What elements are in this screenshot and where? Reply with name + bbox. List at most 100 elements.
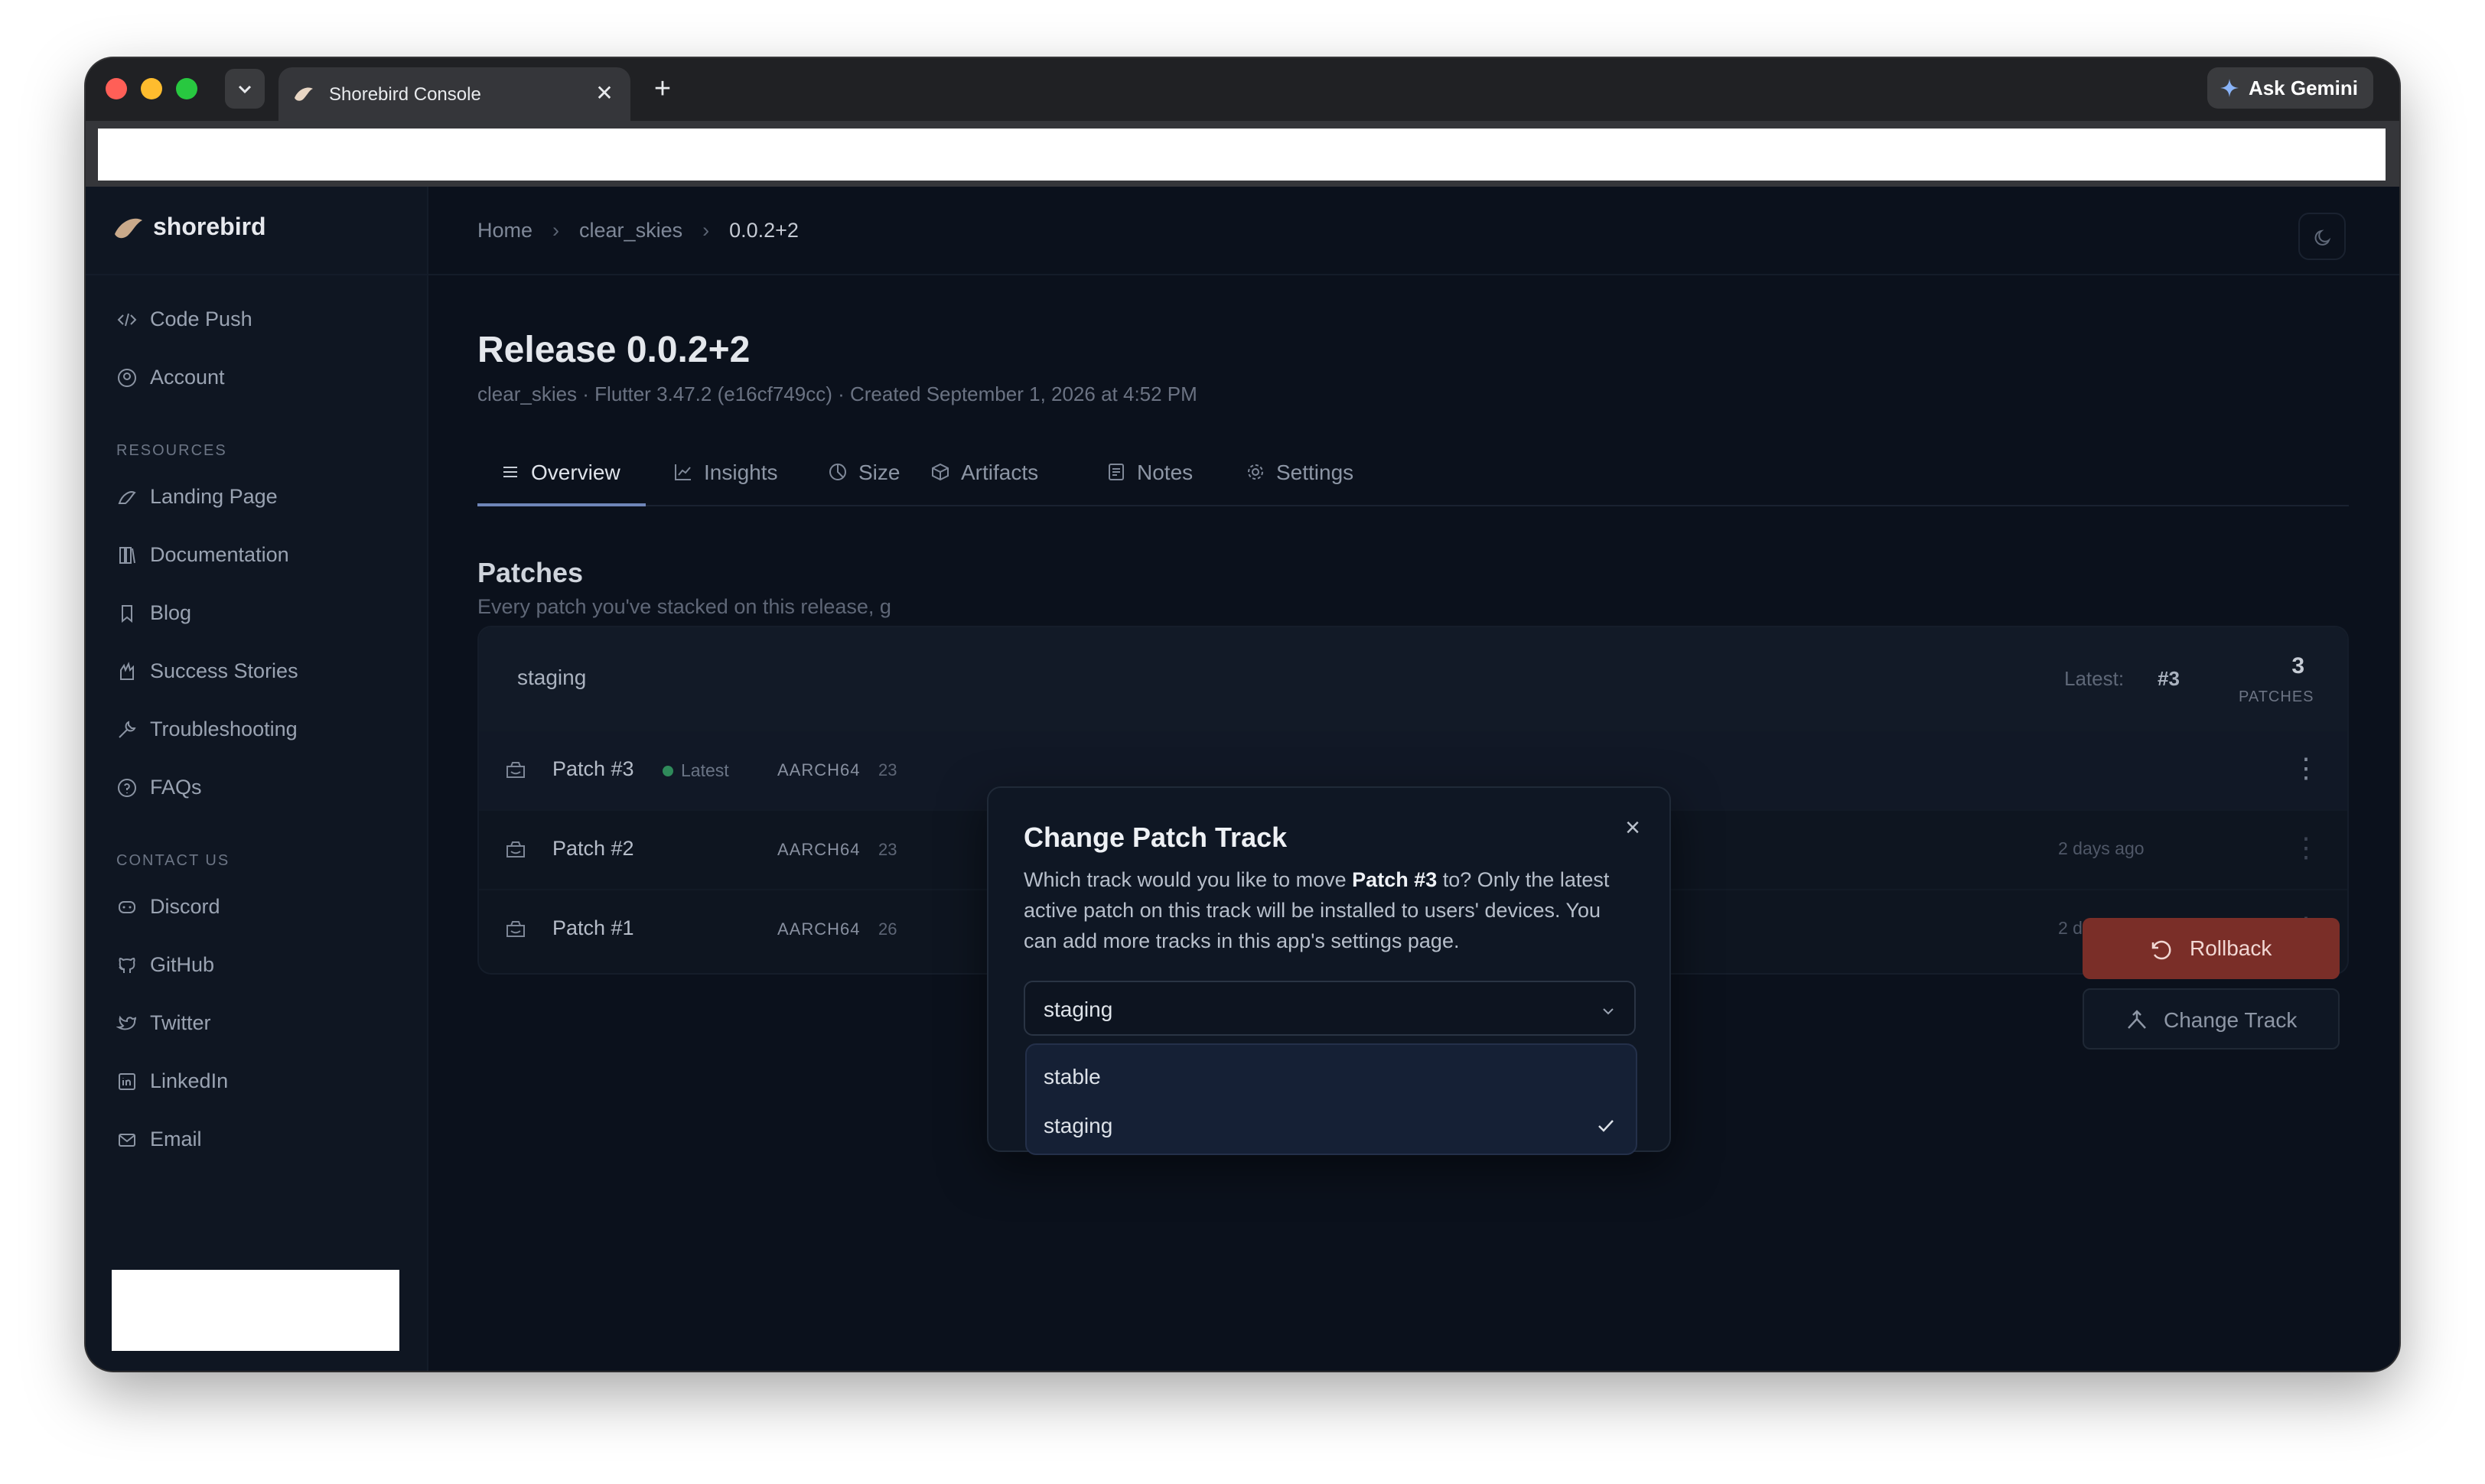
discord-icon bbox=[119, 901, 135, 913]
rollback-button[interactable]: Rollback bbox=[2083, 918, 2340, 979]
track-select[interactable]: staging bbox=[1024, 981, 1636, 1036]
patch-name: Patch #3 bbox=[552, 757, 634, 780]
browser-window: Shorebird Console ✕ + Ask Gemini shorebi… bbox=[86, 58, 2399, 1371]
patch-icon bbox=[506, 841, 525, 858]
divider bbox=[428, 274, 2399, 275]
change-track-label: Change Track bbox=[2164, 1008, 2298, 1032]
patch-count-label: PATCHES bbox=[2239, 688, 2314, 705]
change-track-dialog: Change Patch Track × Which track would y… bbox=[987, 786, 1671, 1155]
patch-time: 2 days ago bbox=[2058, 838, 2145, 858]
tab-search-button[interactable] bbox=[225, 69, 265, 109]
split-track-icon bbox=[2128, 1010, 2146, 1029]
tab-label: Overview bbox=[531, 460, 620, 484]
twitter-icon bbox=[116, 1015, 137, 1030]
latest-label: Latest: bbox=[2064, 667, 2125, 690]
maximize-window-button[interactable] bbox=[176, 78, 197, 99]
track-option-label: stable bbox=[1044, 1065, 1101, 1089]
tab-label: Notes bbox=[1137, 460, 1194, 484]
pie-icon bbox=[829, 464, 846, 480]
arch-badge: AARCH64 bbox=[777, 760, 861, 779]
patches-heading: Patches bbox=[477, 557, 584, 588]
release-tabs: Overview Insights Size Artifacts Notes S… bbox=[477, 451, 2349, 506]
change-track-button[interactable]: Change Track bbox=[2083, 988, 2340, 1050]
sidebar-item-label: Account bbox=[150, 366, 225, 389]
breadcrumb-release: 0.0.2+2 bbox=[729, 219, 799, 242]
theme-toggle-button[interactable] bbox=[2298, 213, 2346, 260]
track-option-stable[interactable]: stable bbox=[1027, 1053, 1636, 1100]
moon-icon bbox=[2314, 229, 2331, 246]
browser-tab[interactable]: Shorebird Console ✕ bbox=[278, 67, 630, 121]
sidebar-item-label: Troubleshooting bbox=[150, 718, 298, 740]
github-icon bbox=[119, 957, 135, 973]
latest-badge-label: Latest bbox=[681, 760, 729, 780]
latest-patch-number: #3 bbox=[2158, 667, 2180, 690]
patch-size: 23 bbox=[878, 760, 897, 779]
patch-count: 3 bbox=[2291, 653, 2304, 679]
track-option-staging[interactable]: staging bbox=[1027, 1102, 1636, 1149]
sidebar-item-label: Documentation bbox=[150, 543, 289, 566]
hands-icon bbox=[120, 662, 134, 680]
rollback-label: Rollback bbox=[2190, 936, 2272, 960]
sidebar-item-label: FAQs bbox=[150, 776, 202, 799]
chart-icon bbox=[675, 464, 691, 480]
close-window-button[interactable] bbox=[106, 78, 127, 99]
list-icon bbox=[503, 467, 517, 477]
ask-gemini-button[interactable]: Ask Gemini bbox=[2207, 67, 2373, 109]
shorebird-logo-icon bbox=[295, 87, 313, 101]
address-bar[interactable] bbox=[98, 129, 2386, 181]
arch-badge: AARCH64 bbox=[777, 919, 861, 939]
latest-badge: Latest bbox=[663, 760, 729, 781]
dialog-text: Which track would you like to move bbox=[1024, 868, 1353, 891]
sidebar-item-label: Blog bbox=[150, 601, 192, 624]
more-options-icon[interactable]: ⋮ bbox=[2285, 828, 2327, 871]
resources-section-label: RESOURCES bbox=[116, 442, 227, 459]
chevron-down-icon bbox=[1603, 1008, 1614, 1015]
new-tab-button[interactable]: + bbox=[647, 73, 678, 104]
breadcrumb-app[interactable]: clear_skies bbox=[579, 219, 682, 242]
arch-badge: AARCH64 bbox=[777, 840, 861, 859]
main-content: Home › clear_skies › 0.0.2+2 Release 0.0.2+2… bbox=[428, 187, 2399, 1371]
patch-name: Patch #2 bbox=[552, 837, 634, 860]
page-subtitle: clear_skies · Flutter 3.47.2 (e16cf749cc… bbox=[477, 382, 1197, 405]
track-select-value: staging bbox=[1044, 997, 1113, 1021]
track-dropdown: stable staging bbox=[1025, 1043, 1637, 1155]
tab-label: Settings bbox=[1276, 460, 1354, 484]
sidebar-item-label: Landing Page bbox=[150, 485, 278, 508]
tab-label: Artifacts bbox=[961, 460, 1039, 484]
brand-name: shorebird bbox=[153, 213, 266, 240]
help-icon bbox=[118, 779, 136, 797]
breadcrumb-home[interactable]: Home bbox=[477, 219, 532, 242]
rollback-icon bbox=[2151, 940, 2171, 960]
chevron-right-icon: › bbox=[702, 219, 710, 242]
dialog-description: Which track would you like to move Patch… bbox=[1024, 864, 1636, 956]
close-icon[interactable]: × bbox=[1617, 812, 1648, 843]
minimize-window-button[interactable] bbox=[141, 78, 162, 99]
tab-title: Shorebird Console bbox=[329, 84, 481, 105]
divider bbox=[86, 274, 427, 275]
check-icon bbox=[1598, 1120, 1614, 1132]
sidebar-item-label: Email bbox=[150, 1128, 202, 1150]
patch-size: 26 bbox=[878, 919, 897, 939]
more-options-icon[interactable]: ⋮ bbox=[2285, 748, 2327, 791]
user-profile-card[interactable] bbox=[112, 1270, 399, 1351]
track-card-header: staging Latest: #3 3 PATCHES bbox=[479, 627, 2347, 730]
tab-close-icon[interactable]: ✕ bbox=[592, 81, 617, 106]
shorebird-logo-icon bbox=[115, 218, 142, 239]
patches-description: Every patch you've stacked on this relea… bbox=[477, 595, 891, 618]
dialog-patch-name: Patch #3 bbox=[1352, 868, 1438, 891]
browser-titlebar: Shorebird Console ✕ + Ask Gemini bbox=[86, 58, 2399, 121]
chevron-right-icon: › bbox=[552, 219, 560, 242]
bookmark-icon bbox=[122, 605, 132, 623]
ask-gemini-label: Ask Gemini bbox=[2248, 76, 2358, 99]
box-icon bbox=[932, 463, 949, 481]
code-icon bbox=[117, 313, 137, 327]
browser-toolbar bbox=[86, 121, 2399, 187]
chevron-down-icon bbox=[238, 85, 252, 94]
sidebar: shorebird Code Push Account RESOURCES La… bbox=[86, 187, 428, 1371]
breadcrumb: Home › clear_skies › 0.0.2+2 bbox=[477, 219, 799, 242]
patch-icon bbox=[506, 762, 525, 778]
tab-label: Insights bbox=[704, 460, 778, 484]
notes-icon bbox=[1109, 464, 1124, 480]
mail-icon bbox=[119, 1134, 135, 1147]
linkedin-icon bbox=[119, 1073, 135, 1090]
